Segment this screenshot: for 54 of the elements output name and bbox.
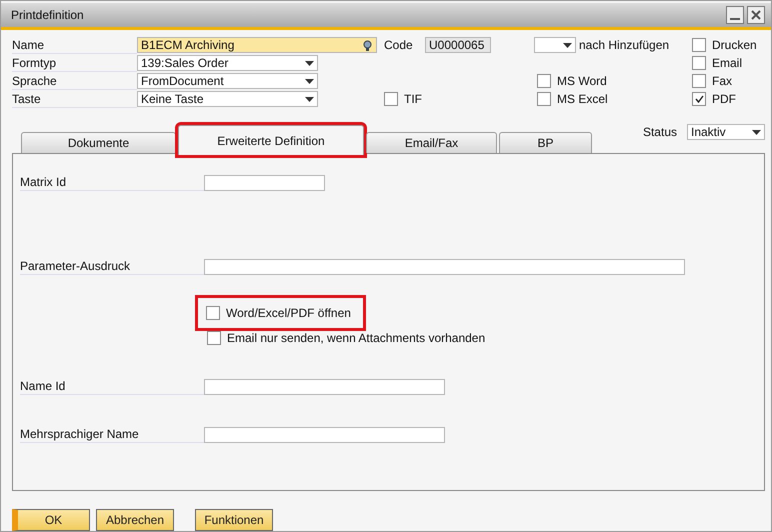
ok-button[interactable]: OK	[12, 509, 90, 531]
field-label: Mehrsprachiger Name	[20, 426, 204, 443]
checkbox[interactable]	[384, 92, 398, 106]
field-label: Name Id	[20, 378, 204, 395]
checkbox[interactable]	[206, 306, 220, 320]
dropdown-caret-icon	[305, 60, 314, 66]
close-button[interactable]	[747, 6, 765, 24]
checkbox-label: Fax	[712, 74, 732, 88]
checkbox[interactable]	[692, 38, 706, 52]
checkbox-label: MS Word	[557, 74, 607, 88]
dropdown-caret-icon	[305, 96, 314, 102]
dropdown-caret-icon	[305, 78, 314, 84]
field-label: Matrix Id	[20, 174, 204, 191]
close-icon	[751, 10, 761, 20]
tab[interactable]: Email/Fax	[366, 132, 497, 153]
checkbox-label: Email nur senden, wenn Attachments vorhanden	[227, 331, 486, 345]
field-label: Code	[384, 37, 414, 54]
checkbox[interactable]	[692, 92, 706, 106]
dropdown[interactable]: 139:Sales Order	[137, 55, 318, 72]
input-field[interactable]	[204, 379, 445, 395]
dropdown-caret-icon	[563, 42, 572, 48]
tab[interactable]: Erweiterte Definition	[178, 125, 364, 155]
checkmark-icon	[694, 95, 704, 104]
dropdown[interactable]	[534, 37, 576, 54]
name-field[interactable]: B1ECM Archiving	[137, 37, 377, 54]
checkbox-label: Word/Excel/PDF öffnen	[226, 306, 351, 320]
code-field: U0000065	[425, 37, 491, 54]
field-label: Status	[642, 124, 677, 140]
window-title: Printdefinition	[11, 8, 84, 22]
field-label: Parameter-Ausdruck	[20, 258, 204, 275]
input-field[interactable]	[204, 427, 445, 443]
checkbox-label: Email	[712, 56, 742, 70]
checkbox-label: Drucken	[712, 38, 757, 52]
checkbox[interactable]	[537, 74, 551, 88]
dropdown-caret-icon	[752, 130, 761, 135]
dropdown[interactable]: FromDocument	[137, 73, 318, 90]
checkbox-label: MS Excel	[557, 92, 608, 106]
field-label: nach Hinzufügen	[579, 37, 670, 54]
button[interactable]: Abbrechen	[96, 509, 174, 531]
input-field[interactable]	[204, 259, 685, 275]
button[interactable]: Funktionen	[195, 509, 273, 531]
checkbox[interactable]	[692, 74, 706, 88]
status-dropdown[interactable]: Inaktiv	[687, 124, 765, 140]
input-field[interactable]	[204, 175, 325, 191]
tab[interactable]: Dokumente	[21, 132, 176, 153]
checkbox[interactable]	[692, 56, 706, 70]
checkbox-label: PDF	[712, 92, 736, 106]
tab[interactable]: BP	[499, 132, 592, 153]
minimize-icon	[730, 18, 740, 20]
dropdown[interactable]: Keine Taste	[137, 91, 318, 108]
checkbox[interactable]	[537, 92, 551, 106]
minimize-button[interactable]	[726, 6, 744, 24]
checkbox[interactable]	[207, 331, 221, 345]
checkbox-label: TIF	[404, 92, 422, 106]
